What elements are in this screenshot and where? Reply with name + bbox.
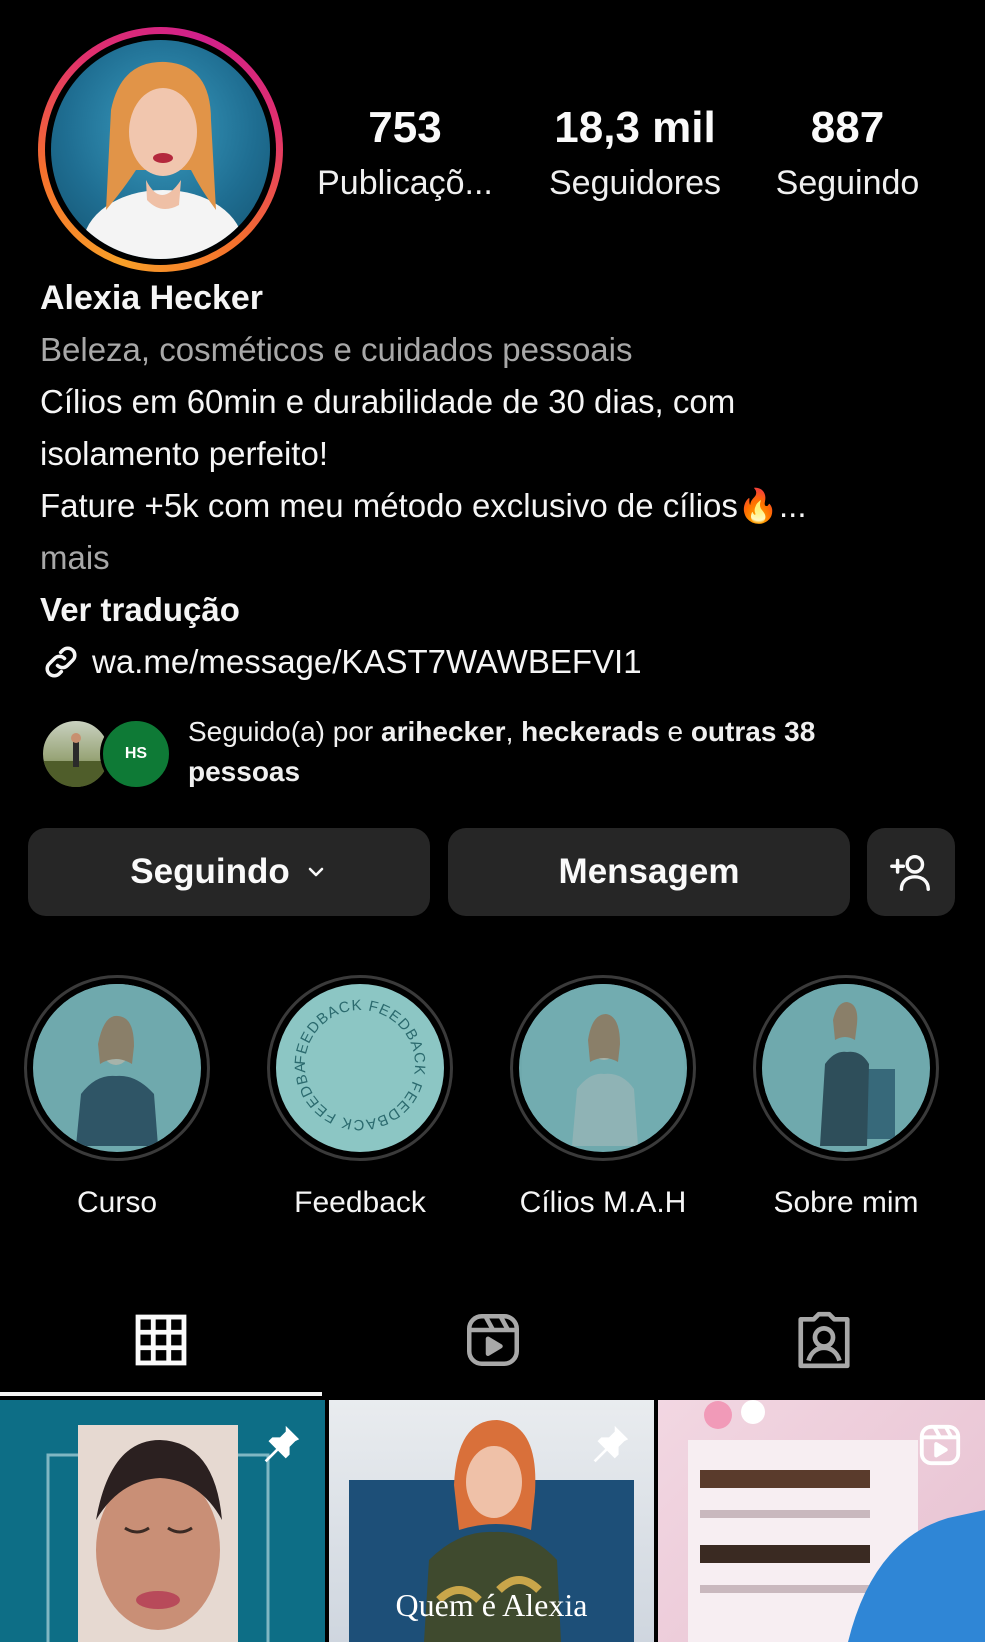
profile-link-text: wa.me/message/KAST7WAWBEFVI1 (92, 643, 642, 680)
posts-count: 753 (368, 103, 442, 152)
profile-link[interactable]: wa.me/message/KAST7WAWBEFVI1 (40, 636, 960, 688)
message-button[interactable]: Mensagem (448, 828, 850, 916)
followed-by[interactable]: HS Seguido(a) por arihecker, heckerads e… (40, 712, 970, 792)
profile-tabs (0, 1280, 985, 1400)
posts-label: Publicaçõ... (317, 164, 493, 202)
pin-icon (257, 1422, 303, 1468)
profile-bio: Alexia Hecker Beleza, cosméticos e cuida… (40, 272, 960, 688)
add-person-icon (888, 849, 934, 895)
reels-icon (463, 1310, 523, 1370)
active-tab-indicator (0, 1392, 322, 1396)
following-button-label: Seguindo (130, 852, 290, 891)
highlight-cover (762, 984, 930, 1152)
bio-more-link[interactable]: mais (40, 532, 960, 584)
reel-badge-icon (917, 1422, 963, 1468)
profile-category: Beleza, cosméticos e cuidados pessoais (40, 331, 633, 368)
tab-tagged[interactable] (663, 1280, 985, 1400)
tab-reels[interactable] (332, 1280, 654, 1400)
followed-by-text: Seguido(a) por arihecker, heckerads e ou… (188, 716, 816, 787)
highlight-label: Sobre mim (773, 1186, 919, 1219)
post-thumbnail[interactable] (0, 1400, 325, 1642)
following-count: 887 (810, 103, 885, 152)
post-caption: Quem é Alexia (395, 1587, 588, 1623)
chevron-down-icon (304, 860, 328, 884)
see-translation-link[interactable]: Ver tradução (40, 584, 960, 636)
mutual-user-1: arihecker (381, 716, 506, 747)
highlight-label: Cílios M.A.H (519, 1186, 687, 1219)
grid-icon (132, 1311, 190, 1369)
stat-following[interactable]: 887 Seguindo (760, 98, 935, 208)
followers-label: Seguidores (548, 164, 721, 202)
mutual-people: pessoas (188, 756, 301, 787)
followers-count: 18,3 mil (554, 103, 716, 152)
highlight-cover: FEEDBACK FEEDBACK FEEDBACK FEEDBACK (276, 984, 444, 1152)
profile-header: 753 Publicaçõ... 18,3 mil Seguidores 887… (0, 0, 985, 280)
highlight-sobre-mim[interactable]: Sobre mim (751, 975, 941, 1225)
pin-icon (586, 1422, 632, 1468)
highlight-curso[interactable]: Curso (22, 975, 212, 1225)
bio-line-3: Fature +5k com meu método exclusivo de c… (40, 487, 807, 524)
following-label: Seguindo (775, 164, 920, 202)
suggested-people-button[interactable] (867, 828, 955, 916)
post-thumbnail[interactable]: Quem é Alexia (329, 1400, 654, 1642)
posts-grid: Quem é Alexia (0, 1400, 985, 1642)
highlight-label: Curso (76, 1186, 158, 1219)
message-button-label: Mensagem (558, 852, 740, 891)
svg-text:FEEDBACK FEEDBACK FEEDBACK FEE: FEEDBACK FEEDBACK FEEDBACK FEEDBACK (279, 984, 428, 1133)
tagged-icon (793, 1309, 855, 1371)
post-thumbnail[interactable] (658, 1400, 985, 1642)
highlight-feedback[interactable]: FEEDBACK FEEDBACK FEEDBACK FEEDBACK Feed… (265, 975, 455, 1225)
highlight-cover (519, 984, 687, 1152)
following-button[interactable]: Seguindo (28, 828, 430, 916)
highlight-label: Feedback (294, 1186, 426, 1219)
tab-posts[interactable] (0, 1280, 322, 1400)
bio-line-2: isolamento perfeito! (40, 435, 328, 472)
stat-posts[interactable]: 753 Publicaçõ... (310, 98, 500, 208)
profile-avatar[interactable] (38, 27, 283, 272)
mutual-avatar-2: HS (100, 718, 172, 790)
stat-followers[interactable]: 18,3 mil Seguidores (530, 98, 740, 208)
link-icon (40, 641, 82, 683)
bio-line-1: Cílios em 60min e durabilidade de 30 dia… (40, 383, 736, 420)
mutual-user-2: heckerads (521, 716, 660, 747)
highlight-cover (33, 984, 201, 1152)
highlight-cilios[interactable]: Cílios M.A.H (508, 975, 698, 1225)
mutual-others: outras 38 (690, 716, 816, 747)
profile-name: Alexia Hecker (40, 279, 264, 317)
